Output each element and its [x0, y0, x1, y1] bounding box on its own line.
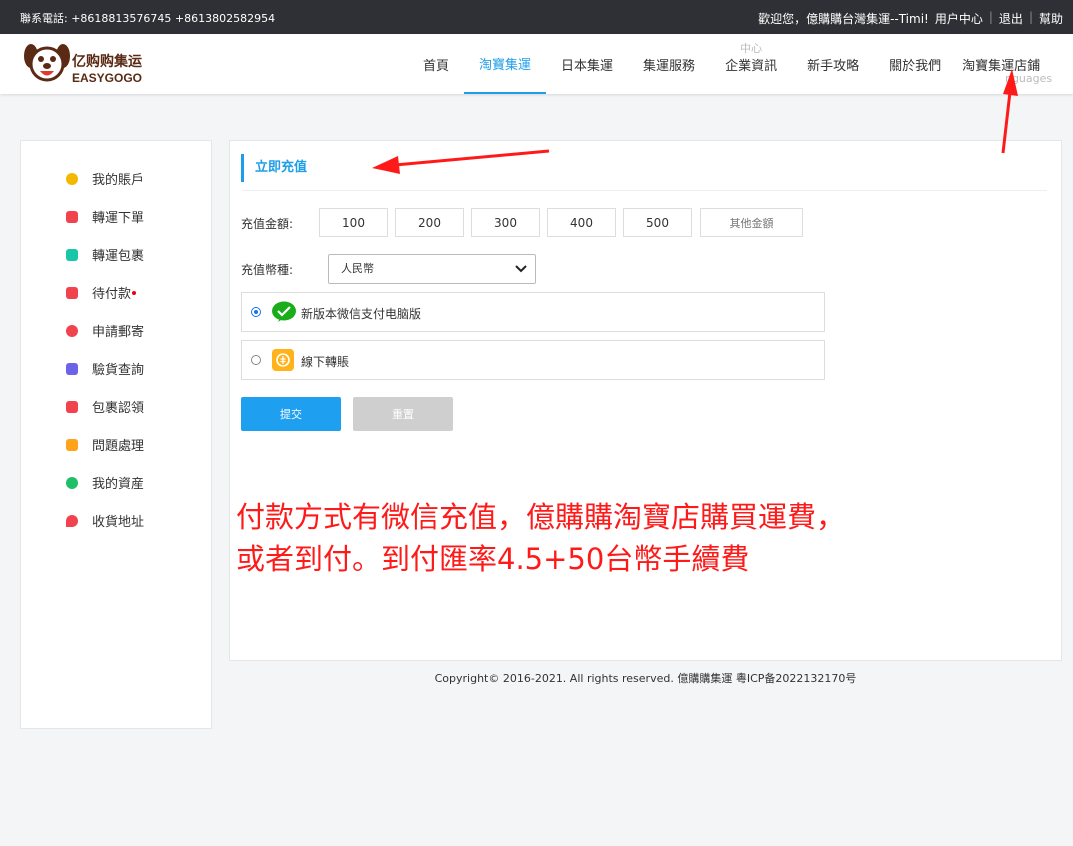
account-sidebar: 我的賬戶 轉運下單 轉運包裹 待付款 申請郵寄 驗貨查詢 包裹認領 問題處理 我…	[20, 140, 212, 729]
logout-link[interactable]: 退出	[999, 10, 1023, 27]
sidebar-item-label: 包裹認領	[92, 401, 145, 416]
nav-languages[interactable]: nguages	[1005, 72, 1052, 85]
nav-label: 集運服務	[643, 58, 696, 74]
sidebar-item-problems[interactable]: 問題處理	[66, 435, 144, 454]
user-links: 歡迎您，億購購台灣集運--Timi! 用户中心 | 退出 | 幫助	[758, 10, 1063, 27]
logo-en-text: EASYGOGO	[72, 71, 142, 85]
reset-button[interactable]: 重置	[353, 397, 453, 431]
logo-cn-text: 亿购购集运	[72, 53, 142, 69]
separator: |	[1028, 10, 1033, 24]
other-amount-button[interactable]: 其他金額	[700, 208, 803, 237]
nav-label: 淘寶集運	[479, 57, 532, 73]
nav-services[interactable]: 集運服務	[628, 34, 710, 94]
separator: |	[988, 10, 993, 24]
user-icon	[66, 172, 78, 185]
sidebar-item-address[interactable]: 收貨地址	[66, 511, 144, 530]
pay-method-wechat[interactable]: 新版本微信支付电脑版	[241, 292, 825, 332]
inspect-icon	[66, 362, 78, 375]
site-logo[interactable]: 亿购购集运 EASYGOGO	[20, 38, 170, 88]
sidebar-item-label: 轉運包裹	[92, 249, 145, 264]
nav-label: 淘寶集運店鋪	[962, 58, 1041, 74]
sidebar-item-claim[interactable]: 包裹認領	[66, 397, 144, 416]
amount-option-200[interactable]: 200	[395, 208, 464, 237]
mail-icon	[66, 324, 78, 337]
nav-japan-shipping[interactable]: 日本集運	[546, 34, 628, 94]
pay-method-label: 線下轉賬	[301, 355, 350, 369]
nav-sublabel: 中心	[740, 42, 763, 55]
help-link[interactable]: 幫助	[1039, 10, 1063, 27]
annotation-line-2: 或者到付。到付匯率4.5+50台幣手續費	[236, 542, 750, 576]
user-center-link[interactable]: 用户中心	[935, 10, 983, 27]
nav-taobao-shipping[interactable]: 淘寶集運	[464, 34, 547, 94]
divider	[242, 190, 1047, 191]
amount-option-500[interactable]: 500	[623, 208, 692, 237]
sidebar-item-mail[interactable]: 申請郵寄	[66, 321, 144, 340]
sidebar-item-inspection[interactable]: 驗貨查詢	[66, 359, 144, 378]
sidebar-item-label: 轉運下單	[92, 211, 145, 226]
sidebar-item-label: 待付款	[92, 287, 132, 302]
offline-transfer-icon	[272, 349, 294, 371]
sidebar-item-label: 收貨地址	[92, 515, 145, 530]
sidebar-item-label: 驗貨查詢	[92, 363, 145, 378]
location-icon	[66, 514, 78, 527]
amount-label: 充值金額:	[241, 217, 294, 231]
annotation-line-1: 付款方式有微信充值，億購購淘寶店購買運費，	[236, 500, 846, 534]
problem-icon	[66, 438, 78, 451]
dog-logo-icon: 亿购购集运 EASYGOGO	[24, 44, 142, 85]
chevron-down-icon	[515, 265, 527, 273]
top-bar: 聯系電話: +8618813576745 +8613802582954 歡迎您，…	[0, 0, 1073, 34]
nav-guide[interactable]: 新手攻略	[792, 34, 874, 94]
pay-method-offline[interactable]: 線下轉賬	[241, 340, 825, 380]
nav-label: 關於我們	[889, 58, 942, 74]
nav-taobao-store[interactable]: 淘寶集運店鋪 nguages	[956, 34, 1052, 94]
currency-select[interactable]: 人民幣	[328, 254, 536, 284]
amount-option-300[interactable]: 300	[471, 208, 540, 237]
sidebar-item-order[interactable]: 轉運下單	[66, 207, 144, 226]
wechat-radio[interactable]	[251, 307, 261, 317]
nav-label: 首頁	[423, 58, 450, 74]
nav-label: 新手攻略	[807, 58, 860, 74]
currency-value: 人民幣	[341, 262, 374, 275]
amount-option-100[interactable]: 100	[319, 208, 388, 237]
pay-method-label: 新版本微信支付电脑版	[301, 307, 422, 321]
sidebar-item-label: 我的賬戶	[92, 173, 145, 188]
sidebar-item-account[interactable]: 我的賬戶	[66, 169, 144, 188]
wechat-pay-icon	[272, 301, 296, 322]
wallet-icon	[66, 286, 78, 299]
recharge-panel: 立即充值 充值金額: 100 200 300 400 500 其他金額 充值幣種…	[229, 140, 1062, 661]
sidebar-item-label: 我的資産	[92, 477, 145, 492]
nav-home[interactable]: 首頁	[408, 34, 464, 94]
welcome-text: 歡迎您，億購購台灣集運--Timi!	[758, 12, 929, 26]
footer-copyright: Copyright© 2016-2021. All rights reserve…	[434, 672, 857, 685]
amount-option-400[interactable]: 400	[547, 208, 616, 237]
nav-label: 日本集運	[561, 58, 614, 74]
sidebar-item-pending-payment[interactable]: 待付款	[66, 283, 137, 302]
nav-about[interactable]: 關於我們	[874, 34, 956, 94]
panel-title: 立即充值	[241, 154, 307, 182]
notification-dot	[132, 290, 137, 295]
claim-icon	[66, 400, 78, 413]
sidebar-item-label: 問題處理	[92, 439, 145, 454]
order-icon	[66, 210, 78, 223]
sidebar-item-assets[interactable]: 我的資産	[66, 473, 144, 492]
submit-button[interactable]: 提交	[241, 397, 341, 431]
site-header: 亿购购集运 EASYGOGO 首頁 淘寶集運 日本集運 集運服務 中心企業資訊 …	[0, 34, 1073, 94]
main-nav: 首頁 淘寶集運 日本集運 集運服務 中心企業資訊 新手攻略 關於我們 淘寶集運店…	[408, 34, 1052, 94]
sidebar-item-label: 申請郵寄	[92, 325, 145, 340]
package-icon	[66, 248, 78, 261]
sidebar-item-packages[interactable]: 轉運包裹	[66, 245, 144, 264]
asset-icon	[66, 476, 78, 489]
nav-label: 企業資訊	[725, 58, 778, 74]
offline-radio[interactable]	[251, 355, 261, 365]
currency-label: 充值幣種:	[241, 263, 294, 277]
nav-company-info[interactable]: 中心 企業資訊	[710, 34, 792, 94]
contact-phone: 聯系電話: +8618813576745 +8613802582954	[20, 12, 276, 25]
